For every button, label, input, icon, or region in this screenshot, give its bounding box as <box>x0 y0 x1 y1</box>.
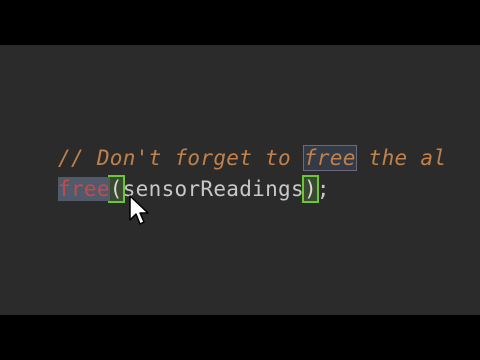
close-paren-match: ) <box>301 175 319 203</box>
code-editor[interactable]: // Don't forget to free the al free(sens… <box>0 45 480 315</box>
open-paren-match: ( <box>107 175 125 203</box>
free-call-line[interactable]: free(sensorReadings); <box>58 175 330 203</box>
free-function-name[interactable]: free <box>58 177 110 201</box>
letterbox-top <box>0 0 480 45</box>
comment-prefix: // Don't forget to <box>58 146 304 170</box>
comment-suffix: the al <box>355 146 447 170</box>
comment-line[interactable]: // Don't forget to free the al <box>58 145 446 171</box>
comment-free-occurrence: free <box>302 145 357 171</box>
arrow-cursor-icon <box>129 195 149 225</box>
statement-semicolon: ; <box>316 177 330 201</box>
letterbox-bottom <box>0 315 480 360</box>
